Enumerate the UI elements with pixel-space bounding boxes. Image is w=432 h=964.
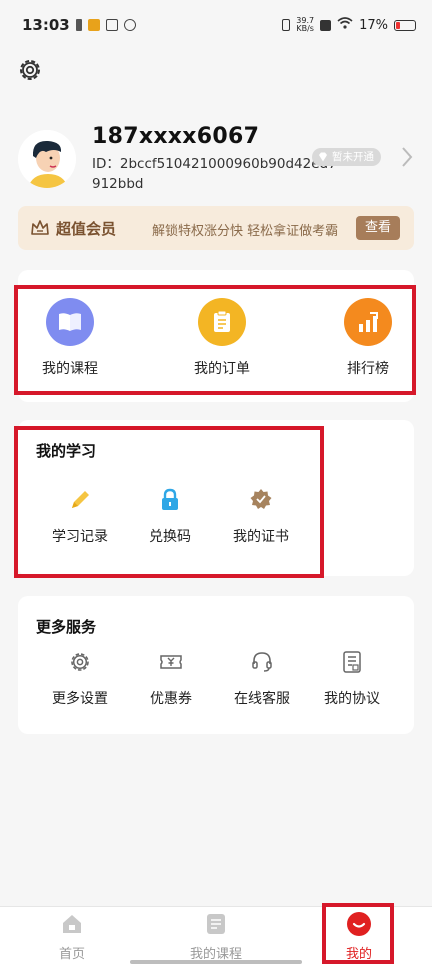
page: 13:03 39.7 KB/s 17% 187xxxx6067 ID：2bccf… [0, 0, 432, 964]
nav-my-courses[interactable]: 我的课程 [171, 911, 261, 962]
vip-status-text: 暂未开通 [332, 151, 374, 163]
member-banner[interactable]: 超值会员 解锁特权涨分快 轻松拿证做考霸 查看 [18, 206, 414, 250]
vip-status-badge: 暂未开通 [312, 148, 381, 166]
battery-icon [394, 19, 416, 31]
user-id: ID：2bccf510421000960b90d42ed7912bbd [92, 156, 337, 192]
my-agreement-item[interactable]: 我的协议 [312, 648, 392, 708]
document-icon [338, 648, 366, 676]
view-member-button[interactable]: 查看 [356, 216, 400, 240]
course-icon [203, 911, 229, 937]
headset-icon [248, 648, 276, 676]
coupon-item[interactable]: 优惠券 [131, 648, 211, 708]
coupon-label: 优惠券 [150, 691, 192, 707]
status-time: 13:03 [22, 16, 70, 34]
profile-header[interactable]: 187xxxx6067 ID：2bccf510421000960b90d42ed… [18, 124, 418, 194]
status-bar: 13:03 39.7 KB/s 17% [0, 0, 432, 50]
net-speed-unit: KB/s [296, 24, 314, 33]
nav-home-label: 首页 [58, 947, 85, 962]
my-agreement-label: 我的协议 [324, 691, 380, 707]
phone-number: 187xxxx6067 [92, 124, 260, 149]
online-support-item[interactable]: 在线客服 [222, 648, 302, 708]
battery-saver-icon [75, 19, 82, 31]
annotation-box-quick-actions [14, 285, 416, 395]
link-notification-icon [121, 16, 138, 34]
chevron-right-icon[interactable] [400, 146, 414, 168]
member-description: 解锁特权涨分快 轻松拿证做考霸 [152, 224, 339, 239]
more-services-title: 更多服务 [36, 618, 97, 636]
avatar[interactable] [18, 130, 76, 188]
crown-icon [31, 220, 49, 235]
annotation-box-my-study [14, 426, 324, 578]
message-notification-icon [105, 19, 118, 31]
wifi-icon [337, 17, 353, 33]
coupon-icon [157, 648, 185, 676]
home-indicator[interactable] [130, 960, 302, 964]
more-settings-label: 更多设置 [52, 691, 108, 707]
online-support-label: 在线客服 [234, 691, 290, 707]
status-right: 39.7 KB/s 17% [282, 17, 416, 33]
battery-percent: 17% [359, 17, 388, 33]
annotation-box-nav-me [322, 903, 394, 964]
sim-off-icon [320, 19, 332, 31]
settings-button[interactable] [16, 56, 44, 84]
gear-icon [20, 60, 40, 80]
more-services-card: 更多服务 更多设置 优惠券 在线客服 我的协议 [18, 596, 414, 734]
member-title: 超值会员 [56, 220, 117, 238]
status-left: 13:03 [22, 16, 138, 34]
app-notification-icon [87, 19, 100, 31]
vibrate-icon [282, 19, 291, 31]
diamond-icon [319, 152, 327, 162]
net-speed: 39.7 KB/s [296, 17, 314, 33]
home-icon [59, 911, 85, 937]
nav-home[interactable]: 首页 [27, 911, 117, 962]
gear-icon [66, 648, 94, 676]
more-settings-item[interactable]: 更多设置 [40, 648, 120, 708]
